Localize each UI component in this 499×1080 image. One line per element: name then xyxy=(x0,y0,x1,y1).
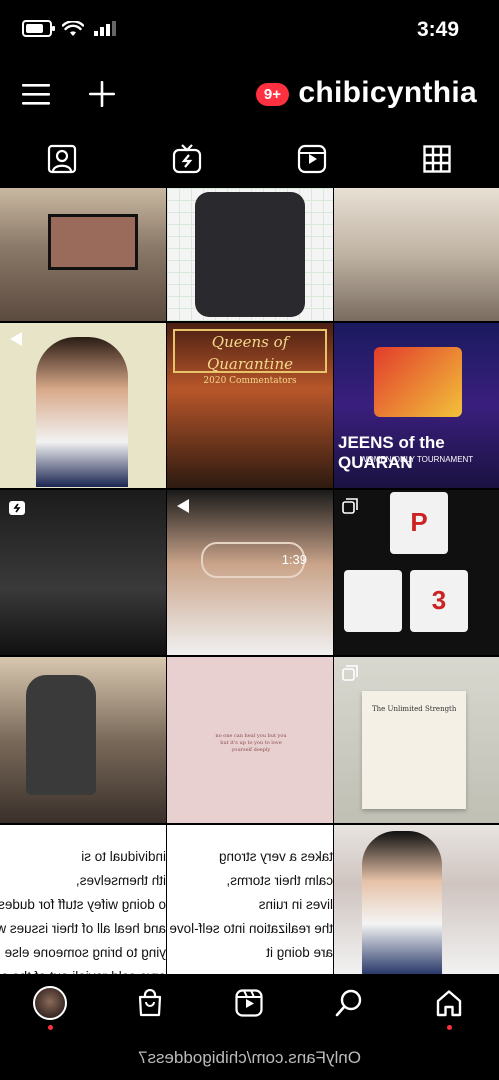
grid-icon xyxy=(422,145,451,173)
reels-icon xyxy=(235,989,264,1017)
nav-profile[interactable] xyxy=(0,970,100,1036)
grid-post[interactable]: no one can heal you but you but it's up … xyxy=(167,657,333,823)
grid-post[interactable] xyxy=(0,490,166,655)
profile-header: 9+ chibicynthia xyxy=(0,62,499,130)
signal-icon xyxy=(94,21,116,36)
status-bar: 3:49 xyxy=(0,0,499,62)
grid-post[interactable]: individual to si ith themselves, o doing… xyxy=(0,825,166,974)
person-figure xyxy=(362,831,442,974)
video-timestamp: 1:39 xyxy=(281,552,307,567)
active-dot xyxy=(47,1025,53,1030)
grid-post[interactable] xyxy=(0,188,166,321)
jersey-figure xyxy=(344,570,402,632)
post-title: JEENS of the QUARAN xyxy=(338,433,445,472)
tagged-icon xyxy=(48,144,77,174)
grid-post[interactable] xyxy=(334,825,499,974)
grid-post[interactable]: takes a very strong calm their storms, l… xyxy=(167,825,333,974)
tab-grid[interactable] xyxy=(374,130,499,188)
grid-post[interactable]: The Unlimited Strength xyxy=(334,657,499,823)
watermark-text: OnlyFans.com/chibigoddess7 xyxy=(137,1048,361,1067)
paper-title: The Unlimited Strength xyxy=(372,705,457,713)
jersey-figure: P xyxy=(390,492,448,554)
igtv-icon xyxy=(173,144,202,174)
hamburger-menu-icon[interactable] xyxy=(22,82,50,106)
status-icons xyxy=(22,20,116,37)
quote-text: no one can heal you but you but it's up … xyxy=(215,733,287,753)
nav-search[interactable] xyxy=(299,970,399,1036)
post-title: Queens of Quarantine 2020 Commentators xyxy=(173,329,327,386)
watermark-footer: OnlyFans.com/chibigoddess7 xyxy=(0,1036,499,1080)
control-center-screenshot xyxy=(195,192,305,317)
grid-post[interactable] xyxy=(167,188,333,321)
grid-post[interactable]: P 3 xyxy=(334,490,499,655)
reels-icon xyxy=(297,144,326,174)
carousel-icon xyxy=(342,498,358,514)
post-subtitle: WOMEN ONLY TOURNAMENT xyxy=(360,455,474,464)
grid-post[interactable] xyxy=(0,657,166,823)
profile-avatar-icon xyxy=(32,986,67,1020)
grid-post[interactable]: 1:39 xyxy=(167,490,333,655)
battery-icon xyxy=(22,20,55,37)
nav-reels[interactable] xyxy=(200,970,300,1036)
profile-tabs xyxy=(0,130,499,188)
tab-reels[interactable] xyxy=(250,130,375,188)
play-video-icon xyxy=(177,499,189,513)
shop-bag-icon xyxy=(138,989,161,1017)
tv-screen xyxy=(48,214,138,270)
play-video-icon xyxy=(10,332,22,346)
tab-igtv[interactable] xyxy=(125,130,250,188)
nav-home[interactable] xyxy=(399,970,499,1036)
post-grid: Queens of Quarantine 2020 Commentators JE… xyxy=(0,188,499,974)
add-post-icon[interactable] xyxy=(86,78,118,110)
jersey-figure: 3 xyxy=(410,570,468,632)
status-time: 3:49 xyxy=(416,18,459,41)
paper-figure: The Unlimited Strength xyxy=(362,691,466,809)
igtv-overlay-icon xyxy=(9,501,25,515)
notification-dot xyxy=(447,1025,453,1030)
grid-post[interactable]: Queens of Quarantine 2020 Commentators xyxy=(167,323,333,488)
tab-tagged[interactable] xyxy=(0,130,125,188)
wifi-icon xyxy=(62,20,84,36)
search-icon xyxy=(335,989,362,1017)
post-text: takes a very strong calm their storms, l… xyxy=(167,849,333,960)
game-logo xyxy=(374,347,462,417)
grid-post[interactable] xyxy=(334,188,499,321)
bottom-nav xyxy=(0,970,499,1036)
post-text: individual to si ith themselves, o doing… xyxy=(0,849,166,974)
grid-post[interactable]: JEENS of the QUARAN WOMEN ONLY TOURNAMEN… xyxy=(334,323,499,488)
grid-post[interactable] xyxy=(0,323,166,488)
carousel-icon xyxy=(342,665,358,681)
nav-shop[interactable] xyxy=(100,970,200,1036)
profile-username[interactable]: chibicynthia xyxy=(298,76,477,110)
home-icon xyxy=(436,990,462,1017)
notification-badge[interactable]: 9+ xyxy=(255,83,289,106)
selfie-figure xyxy=(36,337,128,487)
person-figure xyxy=(26,675,96,795)
